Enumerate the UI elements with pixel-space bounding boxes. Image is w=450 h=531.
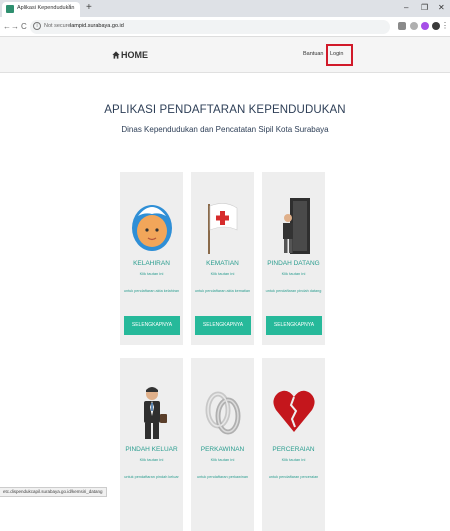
card-description: untuk pendaftaran pindah datang bbox=[265, 289, 322, 293]
new-tab-button[interactable]: + bbox=[86, 2, 92, 14]
bantuan-link[interactable]: Bantuan bbox=[303, 51, 324, 57]
maximize-icon[interactable]: ❐ bbox=[421, 2, 428, 14]
favicon-icon bbox=[6, 5, 14, 13]
page-title: APLIKASI PENDAFTARAN KEPENDUDUKAN bbox=[104, 104, 346, 116]
forward-icon[interactable]: → bbox=[11, 21, 19, 33]
businessman-icon bbox=[144, 387, 167, 439]
card-description: untuk pendaftaran perkawinan bbox=[196, 475, 249, 479]
browser-toolbar: ← → C i Not secure lampid.surabaya.go.id… bbox=[0, 17, 450, 37]
service-card-pindah-keluar: PINDAH KELUAR Klik tautan ini untuk pend… bbox=[120, 358, 183, 531]
card-title: PERKAWINAN bbox=[200, 446, 245, 453]
home-label: HOME bbox=[121, 50, 148, 60]
card-subtitle: Klik tautan ini bbox=[210, 271, 235, 276]
card-description: untuk pendaftaran akta kematian bbox=[194, 289, 251, 293]
tab-title: Aplikasi Kependudukan bbox=[17, 5, 75, 11]
card-subtitle: Klik tautan ini bbox=[139, 271, 164, 276]
service-card-kelahiran: KELAHIRAN Klik tautan ini untuk pendafta… bbox=[120, 172, 183, 345]
selengkapnya-button[interactable]: SELENGKAPNYA bbox=[266, 316, 322, 335]
address-bar[interactable]: i Not secure lampid.surabaya.go.id bbox=[30, 20, 390, 34]
wedding-rings-icon bbox=[205, 391, 241, 435]
card-description: untuk pendaftaran pindah keluar bbox=[124, 475, 179, 479]
service-card-kematian: KEMATIAN Klik tautan ini untuk pendaftar… bbox=[191, 172, 254, 345]
status-bar-url: etc.dispendukcapil.surabaya.go.id/kemsir… bbox=[0, 487, 107, 497]
extension-icon[interactable] bbox=[398, 22, 406, 30]
browser-menu-icon[interactable]: ⋮ bbox=[441, 20, 449, 32]
house-icon bbox=[112, 51, 120, 59]
service-card-pindah-datang: PINDAH DATANG Klik tautan ini untuk pend… bbox=[262, 172, 325, 345]
tab-close-icon[interactable]: × bbox=[68, 4, 72, 10]
security-label: Not secure bbox=[44, 23, 71, 29]
selengkapnya-button[interactable]: SELENGKAPNYA bbox=[124, 316, 180, 335]
extension-purple-icon[interactable] bbox=[421, 22, 429, 30]
back-icon[interactable]: ← bbox=[3, 21, 11, 33]
card-subtitle: Klik tautan ini bbox=[281, 457, 306, 462]
card-subtitle: Klik tautan ini bbox=[281, 271, 306, 276]
minimize-icon[interactable]: – bbox=[404, 2, 408, 14]
profile-avatar-icon[interactable] bbox=[432, 22, 440, 30]
broken-heart-icon bbox=[273, 390, 315, 432]
baby-icon bbox=[132, 205, 172, 251]
login-link[interactable]: Login bbox=[330, 51, 343, 57]
service-card-perkawinan: PERKAWINAN Klik tautan ini untuk pendaft… bbox=[191, 358, 254, 531]
card-title: KEMATIAN bbox=[206, 260, 239, 267]
browser-tab-bar: Aplikasi Kependudukan × + – ❐ ✕ bbox=[0, 0, 450, 17]
red-cross-flag-icon bbox=[208, 203, 238, 254]
zoom-icon[interactable] bbox=[410, 22, 418, 30]
browser-tab[interactable]: Aplikasi Kependudukan × bbox=[2, 2, 80, 17]
close-window-icon[interactable]: ✕ bbox=[438, 2, 445, 14]
card-description: untuk pendaftaran perceraian bbox=[268, 475, 319, 479]
reload-icon[interactable]: C bbox=[21, 21, 27, 33]
app-navbar: HOME Bantuan Login bbox=[0, 37, 450, 73]
selengkapnya-button[interactable]: SELENGKAPNYA bbox=[195, 316, 251, 335]
info-icon[interactable]: i bbox=[33, 22, 41, 30]
url-text[interactable]: lampid.surabaya.go.id bbox=[70, 23, 124, 29]
page-subtitle: Dinas Kependudukan dan Pencatatan Sipil … bbox=[121, 125, 329, 134]
card-subtitle: Klik tautan ini bbox=[210, 457, 235, 462]
card-description: untuk pendaftaran akta kelahiran bbox=[123, 289, 180, 293]
card-subtitle: Klik tautan ini bbox=[139, 457, 164, 462]
card-title: PERCERAIAN bbox=[272, 446, 315, 453]
service-card-perceraian: PERCERAIAN Klik tautan ini untuk pendaft… bbox=[262, 358, 325, 531]
card-title: PINDAH KELUAR bbox=[125, 446, 178, 453]
home-link[interactable]: HOME bbox=[112, 50, 148, 60]
person-door-icon bbox=[283, 198, 310, 254]
card-title: PINDAH DATANG bbox=[267, 260, 320, 267]
card-title: KELAHIRAN bbox=[133, 260, 170, 267]
